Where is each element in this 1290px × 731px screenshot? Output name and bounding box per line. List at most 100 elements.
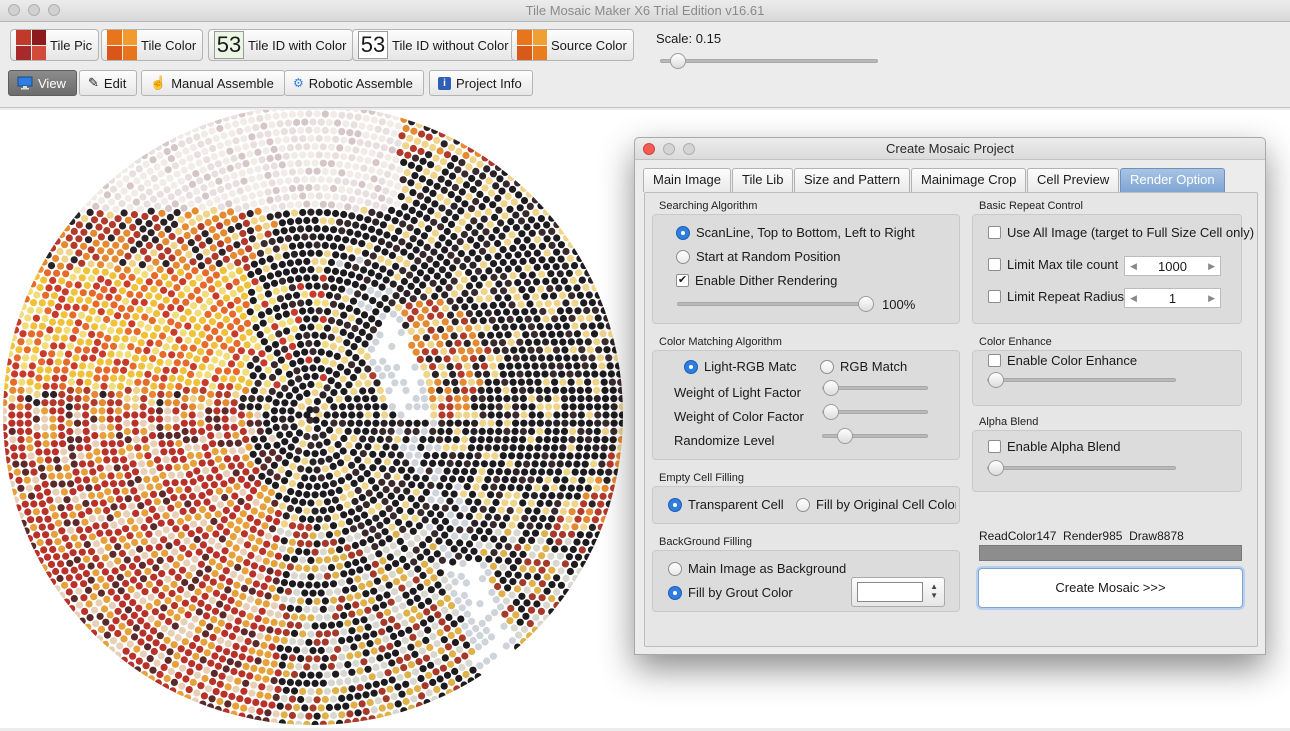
color-factor-slider[interactable] [822, 410, 928, 414]
tile-id-with-color-button[interactable]: 53 Tile ID with Color [208, 29, 353, 61]
transparent-cell-radio[interactable]: Transparent Cell [668, 497, 784, 512]
mode-manual-assemble-button[interactable]: ☝ Manual Assemble [141, 70, 285, 96]
main-image-bg-radio-dot[interactable] [668, 562, 682, 576]
scanline-radio-dot[interactable] [676, 226, 690, 240]
scale-slider[interactable] [660, 59, 878, 63]
randomize-slider[interactable] [822, 434, 928, 438]
use-all-check[interactable] [988, 226, 1001, 239]
mosaic-tile [124, 266, 131, 273]
source-color-button[interactable]: Source Color [511, 29, 634, 61]
mosaic-tile [140, 248, 147, 255]
updown-arrows-icon[interactable]: ▲▼ [930, 582, 938, 600]
limit-radius-stepper[interactable]: ◀ 1 ▶ [1124, 288, 1221, 308]
mosaic-tile [383, 379, 390, 386]
grout-color-well[interactable]: ▲▼ [851, 577, 945, 607]
mosaic-tile [417, 675, 424, 682]
mosaic-tile [418, 221, 425, 228]
tab-main-image[interactable]: Main Image [643, 168, 731, 192]
random-position-radio[interactable]: Start at Random Position [676, 249, 841, 264]
checkmark-icon[interactable]: ✔ [676, 274, 689, 287]
mosaic-tile [364, 564, 371, 571]
mosaic-tile [312, 549, 319, 556]
random-radio-dot[interactable] [676, 250, 690, 264]
main-image-bg-radio[interactable]: Main Image as Background [668, 561, 846, 576]
tab-cell-preview[interactable]: Cell Preview [1027, 168, 1119, 192]
dialog-close-button[interactable] [643, 143, 655, 155]
alpha-blend-slider[interactable] [987, 466, 1176, 470]
limit-radius-check[interactable] [988, 290, 1001, 303]
increment-icon[interactable]: ▶ [1208, 261, 1215, 272]
use-all-image-checkbox[interactable]: Use All Image (target to Full Size Cell … [988, 225, 1254, 240]
limit-max-checkbox[interactable]: Limit Max tile count [988, 257, 1118, 272]
light-factor-slider[interactable] [822, 386, 928, 390]
color-enhance-knob[interactable] [988, 372, 1004, 388]
tile-pic-button[interactable]: Tile Pic [10, 29, 99, 61]
color-enhance-checkbox[interactable]: Enable Color Enhance [988, 353, 1137, 368]
transparent-radio-dot[interactable] [668, 498, 682, 512]
mosaic-tile [190, 521, 197, 528]
mode-edit-button[interactable]: ✎ Edit [79, 70, 137, 96]
limit-max-check[interactable] [988, 258, 1001, 271]
grout-color-radio[interactable]: Fill by Grout Color [668, 585, 793, 600]
mosaic-tile [428, 267, 435, 274]
alpha-blend-knob[interactable] [988, 460, 1004, 476]
tile-color-button[interactable]: Tile Color [101, 29, 203, 61]
tab-tile-lib[interactable]: Tile Lib [732, 168, 793, 192]
limit-radius-checkbox[interactable]: Limit Repeat Radius [988, 289, 1124, 304]
light-rgb-radio[interactable]: Light-RGB Matc [684, 359, 796, 374]
light-factor-knob[interactable] [823, 380, 839, 396]
randomize-knob[interactable] [837, 428, 853, 444]
decrement-icon[interactable]: ◀ [1130, 261, 1137, 272]
dialog-minimize-button[interactable] [663, 143, 675, 155]
source-color-icon [517, 30, 547, 60]
original-color-radio-dot[interactable] [796, 498, 810, 512]
alpha-blend-checkbox[interactable]: Enable Alpha Blend [988, 439, 1120, 454]
mosaic-tile [123, 510, 130, 517]
mosaic-tile [231, 216, 238, 223]
tile-id-without-color-button[interactable]: 53 Tile ID without Color [352, 29, 516, 61]
decrement-icon[interactable]: ◀ [1130, 293, 1137, 304]
mosaic-tile [344, 620, 351, 627]
dither-slider-knob[interactable] [858, 296, 874, 312]
limit-max-stepper[interactable]: ◀ 1000 ▶ [1124, 256, 1221, 276]
mode-project-info-button[interactable]: i Project Info [429, 70, 533, 96]
mosaic-tile [196, 549, 203, 556]
mosaic-tile [324, 439, 331, 446]
alpha-blend-check[interactable] [988, 440, 1001, 453]
dither-checkbox[interactable]: ✔ Enable Dither Rendering [676, 273, 837, 288]
mosaic-tile [222, 399, 229, 406]
tab-mainimage-crop[interactable]: Mainimage Crop [911, 168, 1026, 192]
mosaic-tile [90, 230, 97, 237]
mosaic-tile [465, 163, 472, 170]
scale-slider-knob[interactable] [670, 53, 686, 69]
scanline-radio[interactable]: ScanLine, Top to Bottom, Left to Right [676, 225, 915, 240]
rgb-match-radio-dot[interactable] [820, 360, 834, 374]
mosaic-tile [324, 556, 331, 563]
rgb-match-radio[interactable]: RGB Match [820, 359, 907, 374]
mosaic-tile [119, 480, 126, 487]
color-enhance-check[interactable] [988, 354, 1001, 367]
mosaic-tile [498, 590, 505, 597]
color-factor-knob[interactable] [823, 404, 839, 420]
mosaic-tile [456, 177, 463, 184]
mosaic-tile [285, 703, 292, 710]
tab-render-option[interactable]: Render Option [1120, 168, 1225, 192]
mosaic-tile [91, 399, 98, 406]
mode-robotic-assemble-button[interactable]: ⚙ Robotic Assemble [284, 70, 424, 96]
mosaic-tile [342, 120, 349, 127]
light-rgb-radio-dot[interactable] [684, 360, 698, 374]
mosaic-tile [492, 324, 499, 331]
mode-view-button[interactable]: View [8, 70, 77, 96]
increment-icon[interactable]: ▶ [1208, 293, 1215, 304]
tab-size-and-pattern[interactable]: Size and Pattern [794, 168, 910, 192]
color-enhance-slider[interactable] [987, 378, 1176, 382]
mosaic-tile [119, 259, 126, 266]
create-mosaic-button[interactable]: Create Mosaic >>> [978, 568, 1243, 608]
dither-slider[interactable] [677, 302, 872, 306]
mosaic-tile [318, 119, 325, 126]
dialog-zoom-button[interactable] [683, 143, 695, 155]
mosaic-tile [466, 193, 473, 200]
original-color-radio[interactable]: Fill by Original Cell Color [796, 497, 956, 512]
mosaic-tile [26, 387, 33, 394]
grout-radio-dot[interactable] [668, 586, 682, 600]
